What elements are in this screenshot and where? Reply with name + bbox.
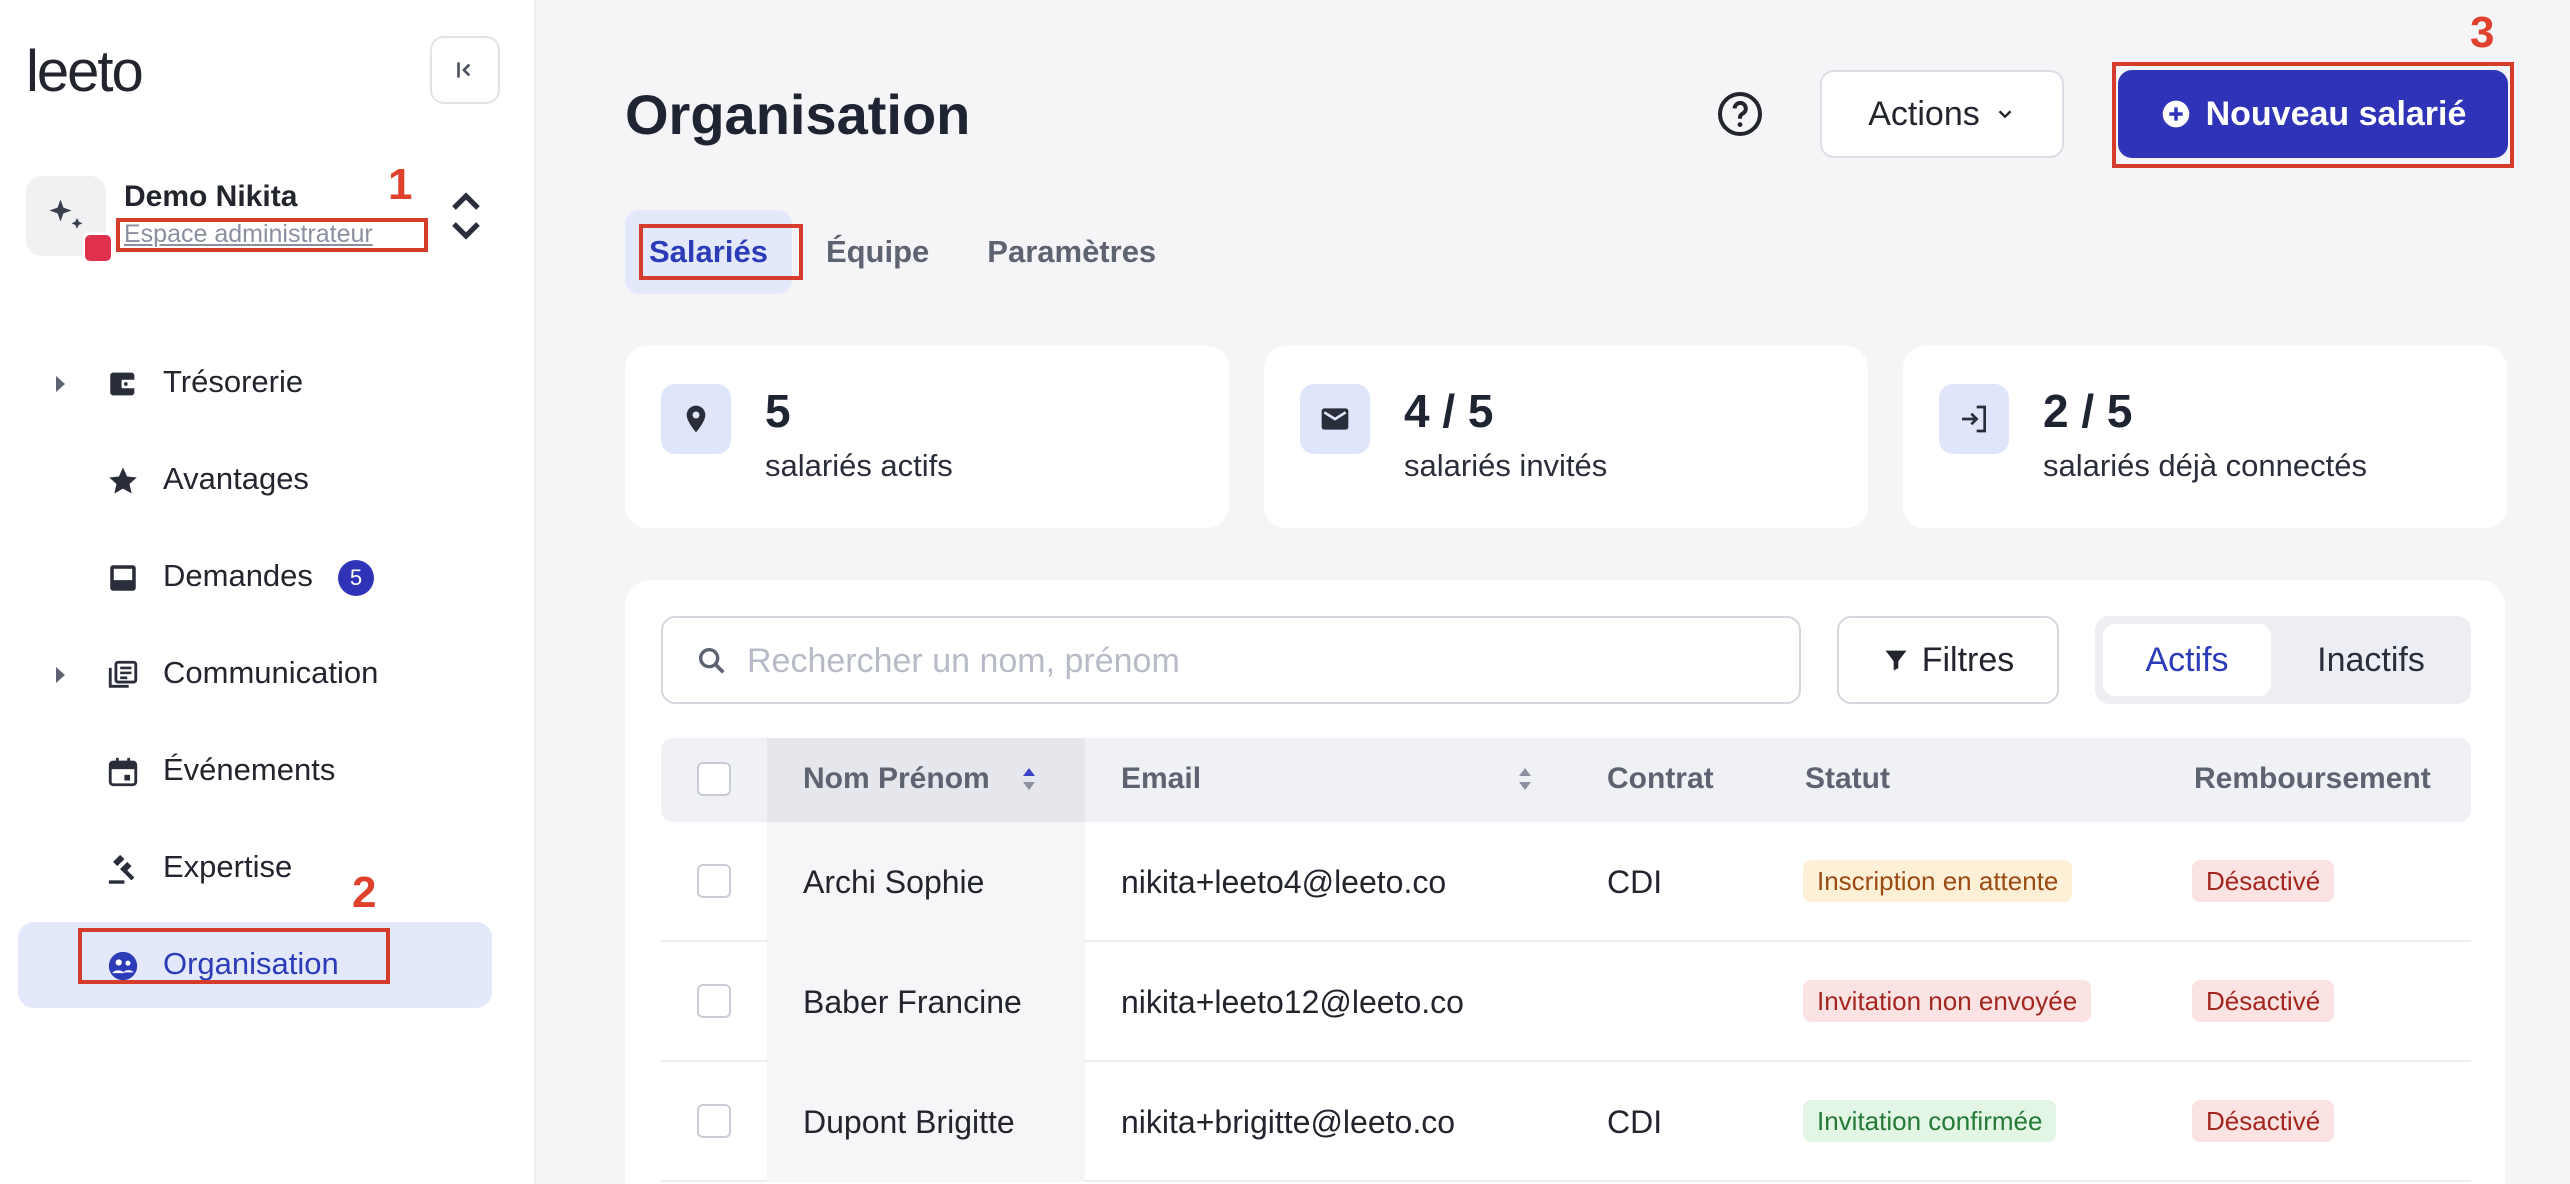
stat-icon-box — [1939, 384, 2009, 454]
tab-equipe[interactable]: Équipe — [802, 210, 953, 294]
stat-label: salariés invités — [1404, 448, 1608, 483]
annotation-box-2 — [78, 928, 390, 984]
sort-ascending-icon[interactable] — [1019, 764, 1039, 794]
search-box — [661, 616, 1801, 704]
chevron-down-icon — [1998, 110, 2012, 119]
stat-label: salariés déjà connectés — [2043, 448, 2367, 483]
column-header-name[interactable]: Nom Prénom — [803, 762, 990, 796]
caret-right-icon[interactable] — [56, 376, 65, 392]
row-checkbox[interactable] — [697, 1104, 731, 1138]
stat-value: 4 / 5 — [1404, 385, 1494, 437]
filter-icon — [1885, 650, 1907, 671]
stat-card-invited: 4 / 5 salariés invités — [1264, 346, 1868, 528]
requests-count-badge: 5 — [338, 560, 374, 596]
stat-icon-box — [661, 384, 731, 454]
actions-label: Actions — [1868, 94, 1980, 133]
status-badge: Invitation confirmée — [1803, 1100, 2057, 1142]
status-badge: Invitation non envoyée — [1803, 980, 2092, 1022]
help-icon[interactable] — [1716, 90, 1764, 138]
cell-contract: CDI — [1607, 1104, 1663, 1140]
sidebar-item-evenements[interactable]: Événements — [18, 728, 492, 814]
cell-email: nikita+leeto4@leeto.co — [1121, 864, 1447, 900]
wallet-icon — [110, 372, 136, 396]
sidebar-item-label: Avantages — [163, 461, 309, 496]
page-title: Organisation — [625, 83, 971, 146]
annotation-box-tab — [639, 224, 803, 280]
cell-name: Dupont Brigitte — [803, 1104, 1015, 1140]
column-header-email[interactable]: Email — [1121, 762, 1201, 796]
stat-value: 5 — [765, 385, 791, 437]
status-badge: Inscription en attente — [1803, 860, 2073, 902]
toggle-inactifs[interactable]: Inactifs — [2291, 624, 2451, 696]
sidebar-item-label: Expertise — [163, 849, 293, 884]
gavel-icon — [108, 854, 135, 884]
chevron-up-down-icon[interactable] — [446, 186, 486, 246]
sidebar-item-avantages[interactable]: Avantages — [18, 437, 492, 523]
filters-label: Filtres — [1921, 640, 2015, 679]
annotation-box-3 — [2112, 62, 2514, 168]
column-header-refund: Remboursement — [2194, 762, 2431, 795]
app-logo: leeto — [26, 39, 144, 104]
filters-button[interactable]: Filtres — [1837, 616, 2059, 704]
column-header-status: Statut — [1805, 762, 1890, 795]
cell-email: nikita+leeto12@leeto.co — [1121, 984, 1464, 1020]
tab-parametres[interactable]: Paramètres — [963, 210, 1180, 294]
sidebar-item-label: Demandes — [163, 558, 313, 593]
stat-label: salariés actifs — [765, 448, 953, 483]
sidebar: leeto Demo Nikita Espace administrateur … — [0, 0, 536, 1184]
sidebar-item-expertise[interactable]: Expertise — [18, 825, 492, 911]
cell-contract: CDI — [1607, 864, 1663, 900]
column-header-contract: Contrat — [1607, 762, 1714, 795]
calendar-icon — [108, 757, 138, 787]
collapse-left-icon — [457, 62, 471, 78]
cell-name: Archi Sophie — [803, 864, 985, 900]
newspaper-icon — [108, 660, 138, 688]
actions-button[interactable]: Actions — [1820, 70, 2064, 158]
stat-value: 2 / 5 — [2043, 385, 2133, 437]
cell-email: nikita+brigitte@leeto.co — [1121, 1104, 1455, 1140]
star-icon — [109, 467, 137, 494]
stat-card-connected: 2 / 5 salariés déjà connectés — [1903, 346, 2507, 528]
table-row[interactable]: Archi Sophie nikita+leeto4@leeto.co CDI … — [661, 822, 2471, 942]
annotation-box-1 — [116, 218, 428, 252]
sidebar-nav: Trésorerie Avantages Demandes 5 Communic… — [18, 340, 492, 1008]
stat-card-active: 5 salariés actifs — [625, 346, 1229, 528]
table-row[interactable]: Baber Francine nikita+leeto12@leeto.co I… — [661, 942, 2471, 1062]
sidebar-item-label: Communication — [163, 655, 379, 690]
login-icon — [1962, 405, 1986, 433]
refund-badge: Désactivé — [2192, 980, 2335, 1022]
account-name: Demo Nikita — [124, 180, 298, 213]
collapse-sidebar-button[interactable] — [430, 36, 500, 104]
sidebar-item-label: Événements — [163, 752, 336, 787]
select-all-checkbox[interactable] — [697, 762, 731, 796]
caret-right-icon[interactable] — [56, 667, 65, 683]
annotation-number-1: 1 — [388, 160, 413, 209]
status-toggle: Actifs Inactifs — [2095, 616, 2471, 704]
location-pin-icon — [686, 405, 706, 433]
sidebar-item-communication[interactable]: Communication — [18, 631, 492, 717]
table-row[interactable]: Dupont Brigitte nikita+brigitte@leeto.co… — [661, 1062, 2471, 1182]
refund-badge: Désactivé — [2192, 860, 2335, 902]
mail-icon — [1321, 408, 1349, 430]
table-header: Nom Prénom Email Contrat Statut Rembours… — [661, 738, 2471, 822]
stat-icon-box — [1300, 384, 1370, 454]
search-input[interactable] — [747, 638, 1777, 684]
sidebar-item-demandes[interactable]: Demandes 5 — [18, 534, 492, 620]
search-icon — [698, 647, 725, 674]
sidebar-item-label: Trésorerie — [163, 364, 304, 399]
sidebar-item-tresorerie[interactable]: Trésorerie — [18, 340, 492, 426]
refund-badge: Désactivé — [2192, 1100, 2335, 1142]
row-checkbox[interactable] — [697, 984, 731, 1018]
annotation-number-3: 3 — [2470, 8, 2495, 57]
employees-table: Nom Prénom Email Contrat Statut Rembours… — [661, 738, 2471, 1182]
employees-panel: Filtres Actifs Inactifs Nom Prénom Email… — [625, 580, 2505, 1184]
row-checkbox[interactable] — [697, 864, 731, 898]
company-badge-icon — [82, 232, 114, 264]
sort-icon[interactable] — [1515, 764, 1535, 794]
sparkles-icon — [49, 199, 83, 229]
cell-name: Baber Francine — [803, 984, 1022, 1020]
annotation-number-2: 2 — [352, 868, 377, 917]
inbox-icon — [110, 565, 136, 591]
toggle-actifs[interactable]: Actifs — [2103, 624, 2271, 696]
